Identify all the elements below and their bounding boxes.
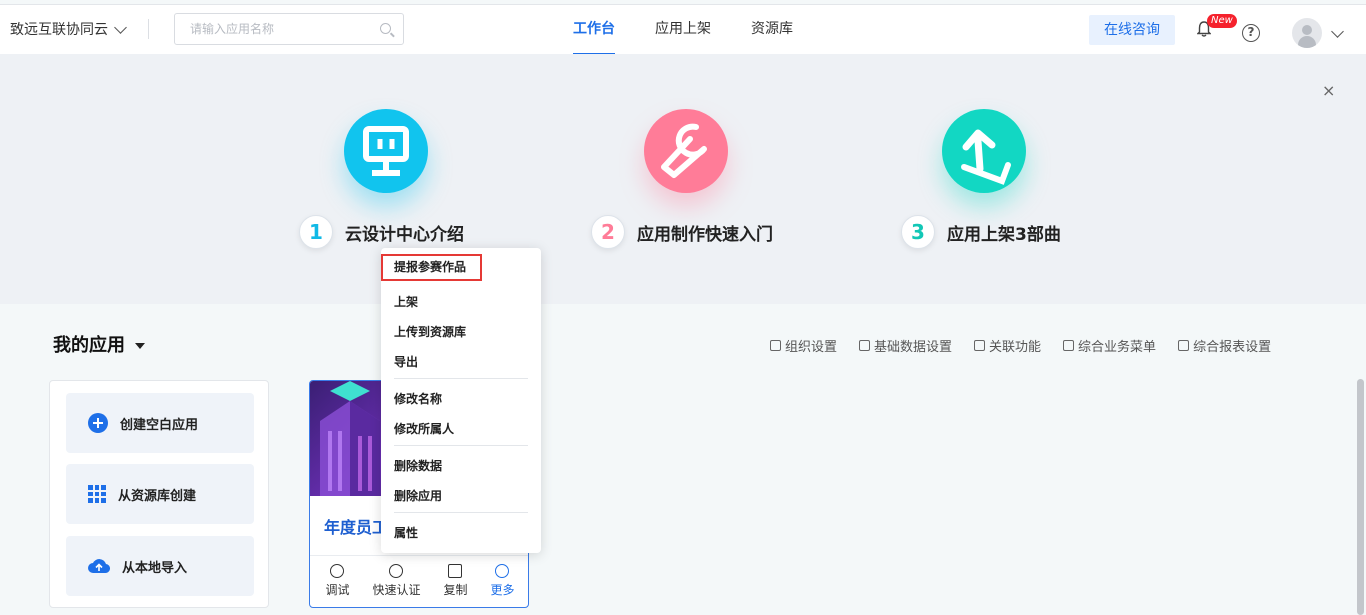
menu-item-change-owner[interactable]: 修改所属人 [394, 420, 454, 437]
my-apps-dropdown[interactable]: 我的应用 [53, 331, 145, 357]
search-input[interactable] [175, 14, 365, 44]
tab-workbench[interactable]: 工作台 [573, 5, 615, 55]
menu-item-delete-data[interactable]: 删除数据 [394, 457, 442, 474]
quick-certify-button[interactable]: 快速认证 [372, 564, 421, 607]
step-design-center-intro[interactable]: 1 云设计中心介绍 [299, 215, 464, 249]
step-listing-three-steps[interactable]: 3 应用上架3部曲 [901, 215, 1061, 249]
presentation-board-icon[interactable] [344, 109, 428, 193]
import-local-button[interactable]: 从本地导入 [66, 536, 254, 596]
menu-divider [394, 378, 528, 379]
step-label: 应用上架3部曲 [947, 224, 1061, 245]
tab-resource-library[interactable]: 资源库 [751, 5, 793, 55]
related-functions-link[interactable]: 关联功能 [974, 336, 1041, 355]
settings-links: 组织设置 基础数据设置 关联功能 综合业务菜单 综合报表设置 [770, 336, 1271, 355]
debug-button[interactable]: 调试 [325, 564, 350, 607]
app-actions: 调试 快速认证 复制 更多 [310, 555, 528, 607]
report-settings-link[interactable]: 综合报表设置 [1178, 336, 1271, 355]
org-name: 致远互联协同云 [10, 22, 108, 38]
step-number: 2 [591, 215, 625, 249]
grid-icon [88, 485, 106, 503]
search-icon[interactable] [380, 23, 391, 34]
gear-icon [1178, 340, 1190, 351]
menu-item-rename[interactable]: 修改名称 [394, 390, 442, 407]
debug-icon [330, 564, 345, 578]
layers-icon [1063, 340, 1075, 351]
org-chart-icon [770, 340, 781, 351]
step-quick-start[interactable]: 2 应用制作快速入门 [591, 215, 773, 249]
create-from-library-button[interactable]: 从资源库创建 [66, 464, 254, 524]
close-icon[interactable]: × [1322, 83, 1336, 99]
org-switcher[interactable]: 致远互联协同云 [10, 19, 127, 39]
upload-arrow-icon[interactable] [942, 109, 1026, 193]
cloud-upload-icon [88, 558, 111, 574]
more-button[interactable]: 更多 [490, 564, 515, 607]
top-header: 致远互联协同云 工作台 应用上架 资源库 在线咨询 New ? [0, 4, 1366, 55]
more-context-menu: 提报参赛作品 上架 上传到资源库 导出 修改名称 修改所属人 删除数据 删除应用… [381, 248, 541, 553]
avatar[interactable] [1292, 18, 1322, 48]
create-app-panel: 创建空白应用 从资源库创建 从本地导入 [49, 380, 269, 608]
scrollbar-thumb[interactable] [1357, 379, 1364, 615]
new-badge: New [1207, 14, 1237, 28]
business-menu-link[interactable]: 综合业务菜单 [1063, 336, 1156, 355]
copy-icon [448, 564, 463, 578]
nav-tabs: 工作台 应用上架 资源库 [573, 5, 793, 55]
tab-app-listing[interactable]: 应用上架 [655, 5, 711, 55]
section-title: 我的应用 [53, 335, 125, 356]
chevron-down-icon [114, 20, 127, 34]
shield-check-icon [389, 564, 404, 578]
link-icon [974, 340, 986, 351]
step-label: 云设计中心介绍 [345, 224, 464, 245]
menu-divider [394, 512, 528, 513]
plus-circle-icon [88, 413, 108, 433]
wrench-icon[interactable] [644, 109, 728, 193]
database-icon [859, 340, 871, 351]
menu-item-export[interactable]: 导出 [394, 353, 418, 370]
menu-item-list[interactable]: 上架 [394, 293, 418, 310]
divider [148, 19, 149, 39]
search-box[interactable] [174, 13, 404, 45]
base-data-settings-link[interactable]: 基础数据设置 [859, 336, 952, 355]
chevron-down-icon[interactable] [1331, 25, 1344, 38]
more-dots-icon [495, 564, 510, 578]
menu-item-delete-app[interactable]: 删除应用 [394, 487, 442, 504]
org-settings-link[interactable]: 组织设置 [770, 336, 837, 355]
help-icon[interactable]: ? [1242, 24, 1260, 42]
copy-button[interactable]: 复制 [443, 564, 468, 607]
step-number: 3 [901, 215, 935, 249]
menu-item-properties[interactable]: 属性 [394, 524, 418, 541]
menu-divider [394, 445, 528, 446]
app-title: 年度员工 [324, 518, 389, 537]
caret-down-icon [135, 342, 145, 349]
step-label: 应用制作快速入门 [637, 224, 773, 245]
create-blank-app-button[interactable]: 创建空白应用 [66, 393, 254, 453]
online-consult-button[interactable]: 在线咨询 [1089, 15, 1175, 45]
menu-item-submit-entry[interactable]: 提报参赛作品 [381, 254, 482, 281]
step-number: 1 [299, 215, 333, 249]
menu-item-upload-library[interactable]: 上传到资源库 [394, 323, 466, 340]
